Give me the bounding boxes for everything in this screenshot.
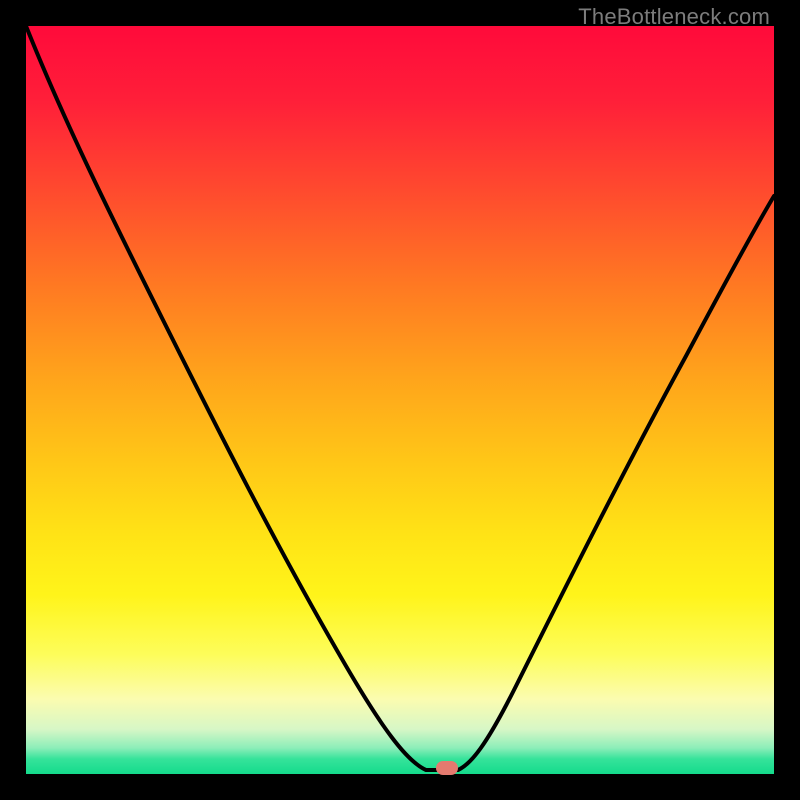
chart-frame: TheBottleneck.com [0,0,800,800]
optimal-point-marker [436,761,458,775]
attribution-text: TheBottleneck.com [578,4,770,30]
plot-area [26,26,774,774]
curve-path [26,26,774,770]
bottleneck-curve [26,26,774,774]
